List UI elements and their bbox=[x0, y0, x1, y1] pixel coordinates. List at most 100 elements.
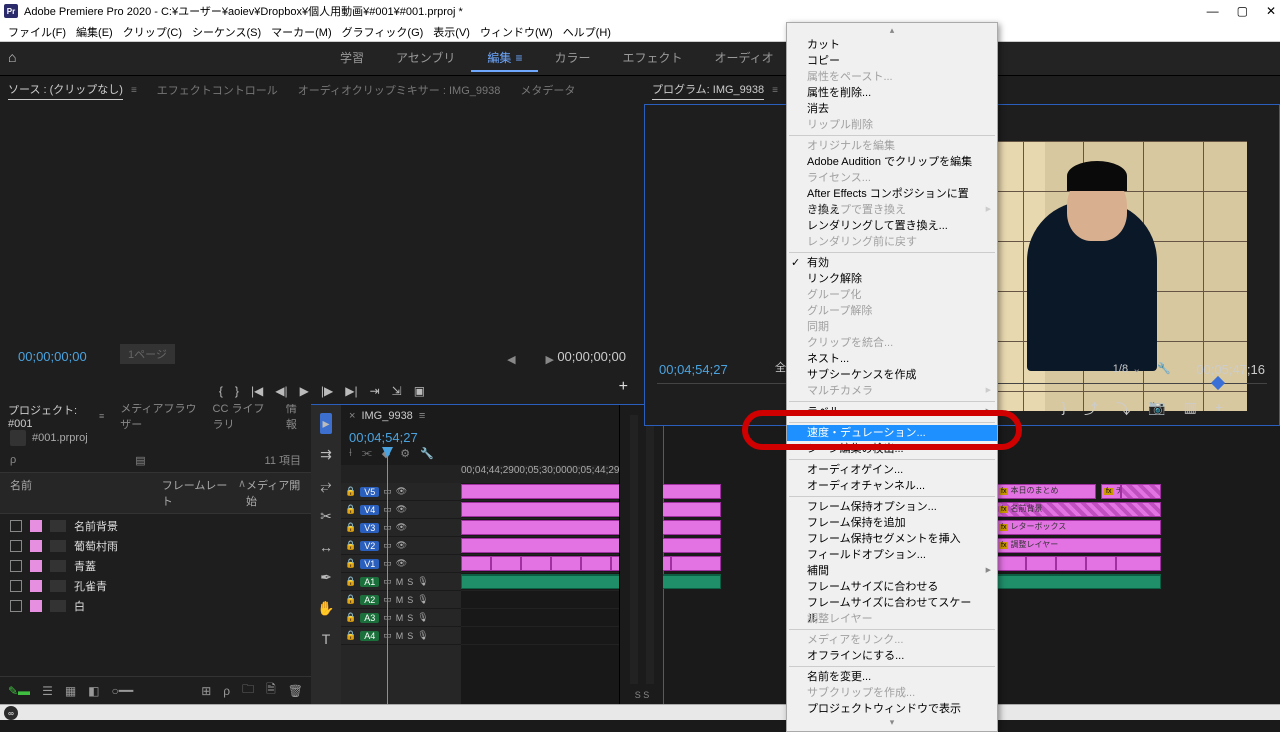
timeline-clip[interactable] bbox=[461, 484, 721, 499]
menu-item[interactable]: ウィンドウ(W) bbox=[476, 22, 557, 42]
hand-tool-icon[interactable]: ✋ bbox=[315, 598, 336, 619]
pen-tool-icon[interactable]: ✒ bbox=[318, 567, 334, 588]
step-back-icon[interactable]: ◀| bbox=[275, 384, 287, 398]
step-fwd-icon[interactable]: |▶ bbox=[321, 384, 333, 398]
label-swatch[interactable] bbox=[30, 560, 42, 572]
icon-view-icon[interactable]: ▦ bbox=[65, 684, 76, 698]
type-tool-icon[interactable]: T bbox=[320, 629, 333, 649]
workspace-tab[interactable]: 学習 bbox=[324, 45, 380, 72]
context-menu-item[interactable]: Adobe Audition でクリップを編集 bbox=[787, 154, 997, 170]
insert-icon[interactable]: ⇥ bbox=[370, 384, 380, 398]
timeline-clip[interactable] bbox=[461, 520, 721, 535]
context-menu-item[interactable]: フレームサイズに合わせてスケール bbox=[787, 595, 997, 611]
context-menu-item[interactable]: フレーム保持を追加 bbox=[787, 515, 997, 531]
mark-out-icon[interactable]: } bbox=[235, 384, 239, 398]
context-menu-item[interactable]: ネスト... bbox=[787, 351, 997, 367]
export-frame-prog-icon[interactable]: 📷 bbox=[1148, 399, 1165, 419]
export-frame-icon[interactable]: ▣ bbox=[414, 384, 425, 398]
checkbox[interactable] bbox=[10, 540, 22, 552]
timeline-clip[interactable] bbox=[1116, 556, 1161, 571]
timeline-clip[interactable]: fxチャ bbox=[1101, 484, 1121, 499]
context-menu-item[interactable]: フィールドオプション... bbox=[787, 547, 997, 563]
menu-item[interactable]: ヘルプ(H) bbox=[559, 22, 615, 42]
timeline-audio-clip[interactable] bbox=[996, 574, 1161, 589]
minimize-button[interactable]: — bbox=[1207, 4, 1219, 18]
context-menu-item[interactable]: フレーム保持オプション... bbox=[787, 499, 997, 515]
context-menu-item[interactable]: コピー bbox=[787, 53, 997, 69]
zoom-slider[interactable]: ○━━ bbox=[112, 684, 134, 698]
project-tab[interactable]: プロジェクト: #001 bbox=[8, 402, 83, 430]
source-page-indicator[interactable]: 1ページ bbox=[120, 344, 175, 364]
mark-out-prog-icon[interactable]: } bbox=[1061, 399, 1066, 419]
project-item[interactable]: 青蓋 bbox=[4, 556, 307, 576]
timeline-clip[interactable]: fx調整レイヤー bbox=[996, 538, 1161, 553]
timeline-clip[interactable] bbox=[671, 556, 721, 571]
creative-cloud-icon[interactable]: ∞ bbox=[4, 706, 18, 720]
timeline-clip[interactable] bbox=[491, 556, 521, 571]
scroll-down-icon[interactable]: ▾ bbox=[787, 717, 997, 729]
sort-icon[interactable]: ∧ bbox=[238, 477, 246, 509]
menu-item[interactable]: クリップ(C) bbox=[119, 22, 186, 42]
freeform-view-icon[interactable]: ◧ bbox=[88, 684, 99, 698]
trash-icon[interactable]: 🗑 bbox=[288, 684, 303, 698]
source-tab[interactable]: エフェクトコントロール bbox=[157, 82, 278, 98]
timeline-clip[interactable] bbox=[461, 556, 491, 571]
col-framerate[interactable]: フレームレート bbox=[162, 477, 236, 509]
link-icon[interactable]: ⫘ bbox=[362, 447, 372, 465]
context-menu-item[interactable]: オーディオゲイン... bbox=[787, 462, 997, 478]
project-item[interactable]: 孔雀青 bbox=[4, 576, 307, 596]
workspace-tab[interactable]: アセンブリ bbox=[380, 45, 471, 72]
timeline-clip[interactable] bbox=[1086, 556, 1116, 571]
source-tab[interactable]: ソース : (クリップなし) bbox=[8, 81, 123, 100]
sequence-tab[interactable]: IMG_9938 bbox=[361, 410, 412, 422]
close-button[interactable]: ✕ bbox=[1266, 4, 1276, 18]
close-seq-icon[interactable]: × bbox=[349, 410, 355, 422]
timeline-clip[interactable] bbox=[461, 502, 721, 517]
timeline-clip[interactable]: fxレターボックス bbox=[996, 520, 1161, 535]
snap-icon[interactable]: ⟊ bbox=[349, 447, 352, 465]
find-icon[interactable]: ρ bbox=[223, 684, 230, 698]
workspace-tab[interactable]: エフェクト bbox=[606, 45, 698, 72]
timeline-clip[interactable]: fx本日のまとめ bbox=[996, 484, 1096, 499]
timeline-clip[interactable] bbox=[1056, 556, 1086, 571]
context-menu-item[interactable]: シーン編集の検出... bbox=[787, 441, 997, 457]
label-swatch[interactable] bbox=[30, 520, 42, 532]
context-menu-item[interactable]: カット bbox=[787, 37, 997, 53]
goto-out-icon[interactable]: ▶| bbox=[345, 384, 357, 398]
timeline-clip[interactable] bbox=[1026, 556, 1056, 571]
new-bin-icon[interactable]: 🗀 bbox=[242, 680, 254, 701]
extract-icon[interactable]: ⤵ bbox=[1116, 399, 1130, 419]
checkbox[interactable] bbox=[10, 520, 22, 532]
timeline-clip[interactable] bbox=[996, 556, 1026, 571]
context-menu-item[interactable]: 速度・デュレーション... bbox=[787, 425, 997, 441]
label-swatch[interactable] bbox=[30, 600, 42, 612]
overwrite-icon[interactable]: ⇲ bbox=[392, 384, 402, 398]
context-menu-item[interactable]: After Effects コンポジションに置き換え bbox=[787, 186, 997, 202]
menu-item[interactable]: マーカー(M) bbox=[267, 22, 336, 42]
col-mediastart[interactable]: メディア開始 bbox=[246, 477, 301, 509]
program-zoom[interactable]: 1/8 bbox=[1113, 363, 1128, 375]
source-timecode-in[interactable]: 00;00;00;00 bbox=[18, 349, 87, 364]
lift-icon[interactable]: ⤴ bbox=[1084, 399, 1098, 419]
workspace-tab[interactable]: カラー bbox=[538, 45, 606, 72]
context-menu-item[interactable]: オーディオチャンネル... bbox=[787, 478, 997, 494]
list-view-icon[interactable]: ☰ bbox=[42, 684, 53, 698]
search-icon[interactable]: ρ bbox=[10, 454, 16, 466]
program-timecode-current[interactable]: 00;04;54;27 bbox=[659, 362, 728, 377]
project-item[interactable]: 名前背景 bbox=[4, 516, 307, 536]
checkbox[interactable] bbox=[10, 600, 22, 612]
context-menu-item[interactable]: 名前を変更... bbox=[787, 669, 997, 685]
timeline-clip[interactable] bbox=[581, 556, 611, 571]
timeline-ruler[interactable]: 00;04;44;2900;05;30;0000;05;44;29 bbox=[341, 465, 619, 483]
panel-menu-icon[interactable]: ≡ bbox=[772, 85, 778, 96]
context-menu-item[interactable]: オフラインにする... bbox=[787, 648, 997, 664]
context-menu-item[interactable]: リンク解除 bbox=[787, 271, 997, 287]
context-menu-item[interactable]: 有効 bbox=[787, 255, 997, 271]
scroll-up-icon[interactable]: ▴ bbox=[787, 25, 997, 37]
context-menu-item[interactable]: 属性を削除... bbox=[787, 85, 997, 101]
settings-wrench-icon[interactable]: 🔧 bbox=[1157, 363, 1171, 375]
project-item[interactable]: 白 bbox=[4, 596, 307, 616]
razor-tool-icon[interactable]: ✂ bbox=[318, 506, 334, 527]
home-icon[interactable]: ⌂ bbox=[8, 49, 28, 69]
menu-item[interactable]: グラフィック(G) bbox=[338, 22, 428, 42]
